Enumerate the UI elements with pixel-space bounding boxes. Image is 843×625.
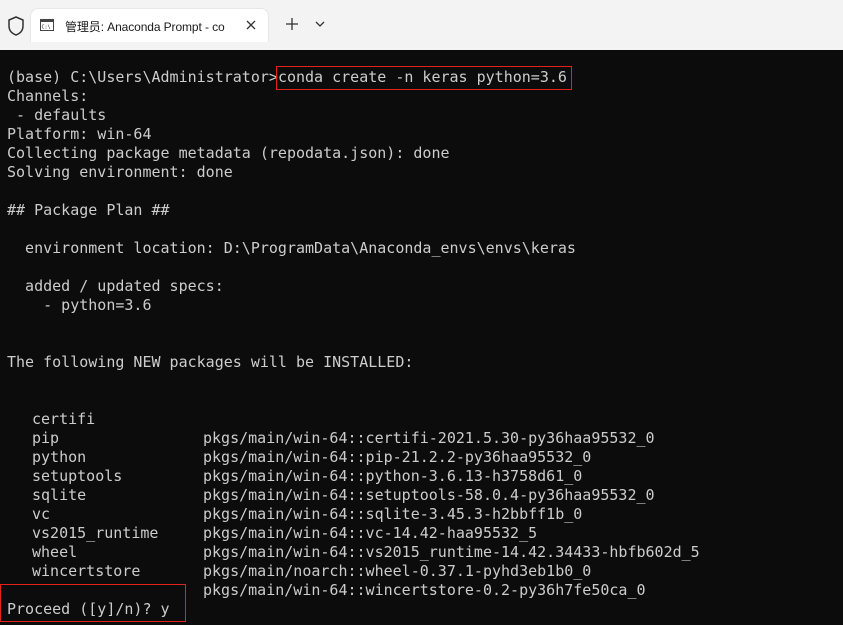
package-source: pkgs/main/win-64::python-3.6.13-h3758d61… [203,467,583,485]
package-source: pkgs/main/noarch::wheel-0.37.1-pyhd3eb1b… [203,562,592,580]
solving-line: Solving environment: done [7,163,233,181]
package-row: certifi pkgs/main/win-64::certifi-2021.5… [7,391,655,447]
command-line: (base) C:\Users\Administrator>conda crea… [7,68,567,87]
env-location-line: environment location: D:\ProgramData\Ana… [7,239,576,257]
spec-python-line: - python=3.6 [7,296,152,314]
command-text: conda create -n keras python=3.6 [277,68,567,86]
package-source: pkgs/main/win-64::vs2015_runtime-14.42.3… [203,543,700,561]
defaults-line: - defaults [7,106,107,124]
plus-icon[interactable] [282,14,302,34]
package-source: pkgs/main/win-64::certifi-2021.5.30-py36… [203,429,655,447]
platform-line: Platform: win-64 [7,125,152,143]
package-name: wincertstore [32,562,141,580]
prompt: (base) C:\Users\Administrator> [7,68,278,86]
specs-header: added / updated specs: [7,277,224,295]
package-name: setuptools [32,467,123,485]
package-row: vc pkgs/main/win-64::vc-14.42-haa95532_5 [7,486,537,542]
title-bar: C:\ 管理员: Anaconda Prompt - co [0,0,843,50]
package-row: setuptools pkgs/main/win-64::setuptools-… [7,448,655,504]
terminal-output[interactable]: (base) C:\Users\Administrator>conda crea… [0,50,843,625]
package-row: wincertstore pkgs/main/win-64::wincertst… [7,543,646,599]
shield-icon [8,16,24,36]
close-icon[interactable] [244,18,258,32]
package-source: pkgs/main/win-64::pip-21.2.2-py36haa9553… [203,448,592,466]
package-row: wheel pkgs/main/noarch::wheel-0.37.1-pyh… [7,524,591,580]
package-source: pkgs/main/win-64::setuptools-58.0.4-py36… [203,486,655,504]
tab-anaconda-prompt[interactable]: C:\ 管理员: Anaconda Prompt - co [30,8,269,42]
plan-header: ## Package Plan ## [7,201,170,219]
install-header: The following NEW packages will be INSTA… [7,353,414,371]
package-row: vs2015_runtime pkgs/main/win-64::vs2015_… [7,505,700,561]
collecting-line: Collecting package metadata (repodata.js… [7,144,450,162]
package-name: vs2015_runtime [32,524,159,542]
package-source: pkgs/main/win-64::wincertstore-0.2-py36h… [203,581,646,599]
proceed-prompt[interactable]: Proceed ([y]/n)? y [7,600,170,619]
package-source: pkgs/main/win-64::vc-14.42-haa95532_5 [203,524,538,542]
cmd-icon: C:\ [40,19,54,31]
package-row: python pkgs/main/win-64::python-3.6.13-h… [7,429,582,485]
svg-text:C:\: C:\ [42,25,51,31]
tab-title: 管理员: Anaconda Prompt - co [65,20,225,34]
chevron-down-icon[interactable] [312,16,328,32]
package-row: pip pkgs/main/win-64::pip-21.2.2-py36haa… [7,410,591,466]
package-source: pkgs/main/win-64::sqlite-3.45.3-h2bbff1b… [203,505,583,523]
package-row: sqlite pkgs/main/win-64::sqlite-3.45.3-h… [7,467,582,523]
channels-line: Channels: [7,87,89,105]
